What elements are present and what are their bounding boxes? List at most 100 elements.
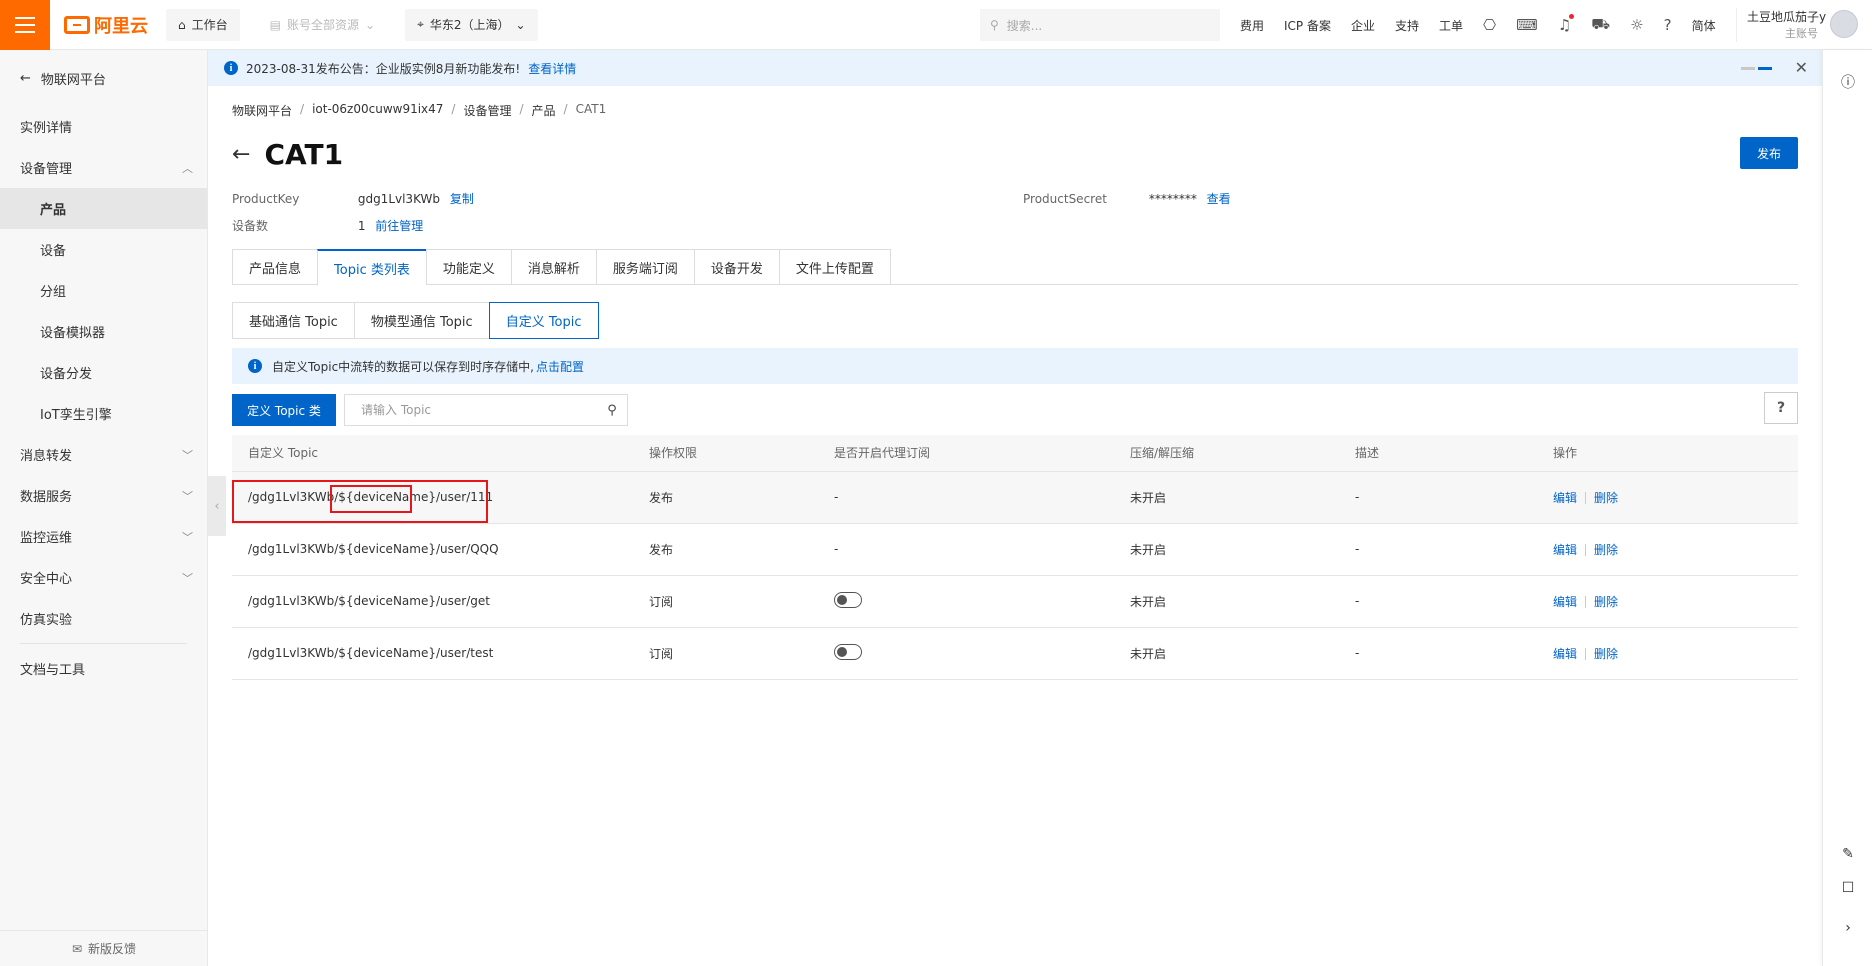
announcement-link[interactable]: 查看详情 — [528, 60, 576, 77]
help-icon[interactable]: ? — [1664, 16, 1672, 34]
announcement-pager[interactable] — [1741, 67, 1772, 70]
breadcrumb-item[interactable]: 物联网平台 — [232, 102, 292, 119]
tab-topic-list[interactable]: Topic 类列表 — [317, 249, 426, 286]
sidebar-item-device-management[interactable]: 设备管理 ︿ — [0, 147, 207, 188]
table-header-row: 自定义 Topic 操作权限 是否开启代理订阅 压缩/解压缩 描述 操作 — [232, 435, 1798, 472]
bell-icon[interactable]: ♫ — [1558, 14, 1575, 34]
compress-cell: 未开启 — [1114, 627, 1339, 680]
topic-search-input[interactable] — [345, 395, 597, 425]
info-tip: i 自定义Topic中流转的数据可以保存到时序存储中, 点击配置 — [232, 348, 1798, 384]
edit-link[interactable]: 编辑 — [1553, 543, 1577, 557]
sidebar-item-label: 设备管理 — [20, 162, 73, 177]
tab-file-upload[interactable]: 文件上传配置 — [778, 249, 891, 285]
sidebar-item-product[interactable]: 产品 — [0, 188, 207, 229]
aliyun-logo[interactable]: 阿里云 — [64, 12, 148, 38]
chevron-right-icon[interactable]: › — [1838, 918, 1858, 938]
subtab-basic-topic[interactable]: 基础通信 Topic — [232, 302, 354, 339]
sidebar-item-label: 设备分发 — [40, 367, 93, 382]
copy-link[interactable]: 复制 — [450, 192, 474, 206]
home-icon: ⌂ — [178, 17, 186, 32]
right-rail: ⓘ ✎ ☐ › — [1822, 50, 1872, 966]
feedback-button[interactable]: ✉ 新版反馈 — [0, 930, 208, 966]
define-topic-button[interactable]: 定义 Topic 类 — [232, 394, 336, 426]
sidebar-item-group[interactable]: 分组 — [0, 270, 207, 311]
search-icon[interactable]: ⚲ — [597, 403, 627, 418]
tab-function-definition[interactable]: 功能定义 — [425, 249, 511, 285]
user-menu[interactable]: 土豆地瓜茄子y 主账号 — [1736, 8, 1858, 42]
cart-icon[interactable]: ⛟ — [1591, 15, 1610, 35]
avatar[interactable] — [1830, 10, 1858, 38]
tab-device-development[interactable]: 设备开发 — [693, 249, 779, 285]
proxy-cell: - — [818, 471, 1114, 524]
subtab-custom-topic[interactable]: 自定义 Topic — [488, 302, 599, 339]
sidebar-item-label: 文档与工具 — [20, 663, 86, 678]
tab-server-subscription[interactable]: 服务端订阅 — [595, 249, 694, 285]
region-selector[interactable]: ⌖ 华东2（上海） ⌄ — [405, 8, 538, 41]
resource-selector[interactable]: ▤ 账号全部资源 ⌄ — [258, 9, 387, 41]
pager-dot-current[interactable] — [1758, 67, 1772, 70]
sidebar-item-simulator[interactable]: 设备模拟器 — [0, 311, 207, 352]
sidebar-item-distribution[interactable]: 设备分发 — [0, 352, 207, 393]
close-icon[interactable]: ✕ — [1795, 58, 1808, 77]
tab-message-parse[interactable]: 消息解析 — [510, 249, 596, 285]
proxy-subscription-toggle[interactable] — [834, 591, 862, 608]
breadcrumb-item[interactable]: iot-06z00cuww91ix47 — [312, 102, 443, 119]
sidebar-item-device[interactable]: 设备 — [0, 229, 207, 270]
tab-product-info[interactable]: 产品信息 — [232, 249, 318, 285]
top-navbar: 阿里云 ⌂ 工作台 ▤ 账号全部资源 ⌄ ⌖ 华东2（上海） ⌄ ⚲ 搜索...… — [0, 0, 1872, 50]
terminal-icon[interactable]: ⌨ — [1516, 16, 1538, 34]
view-secret-link[interactable]: 查看 — [1207, 192, 1231, 206]
sidebar-item-message-forward[interactable]: 消息转发 ﹀ — [0, 434, 207, 475]
sidebar-item-monitoring[interactable]: 监控运维 ﹀ — [0, 516, 207, 557]
proxy-subscription-toggle[interactable] — [834, 643, 862, 660]
tip-config-link[interactable]: 点击配置 — [536, 358, 584, 375]
sidebar-collapse-handle[interactable]: ‹ — [208, 476, 226, 536]
action-cell: 编辑 删除 — [1537, 471, 1798, 524]
sidebar-back-link[interactable]: ← 物联网平台 — [0, 50, 207, 106]
lightbulb-icon[interactable]: ☼ — [1630, 16, 1643, 34]
top-link-ticket[interactable]: 工单 — [1439, 17, 1463, 34]
global-search[interactable]: ⚲ 搜索... — [980, 9, 1220, 41]
breadcrumb-item[interactable]: 设备管理 — [463, 102, 511, 119]
sidebar-item-label: 产品 — [40, 203, 67, 218]
edit-link[interactable]: 编辑 — [1553, 491, 1577, 505]
delete-link[interactable]: 删除 — [1594, 491, 1618, 505]
chevron-up-icon: ︿ — [182, 161, 193, 175]
sidebar-item-twin-engine[interactable]: IoT孪生引擎 — [0, 393, 207, 434]
top-link-support[interactable]: 支持 — [1395, 17, 1419, 34]
cloud-shell-icon[interactable]: ⎔ — [1483, 16, 1496, 34]
manage-link[interactable]: 前往管理 — [375, 219, 423, 233]
sidebar-item-data-service[interactable]: 数据服务 ﹀ — [0, 475, 207, 516]
top-link-icp[interactable]: ICP 备案 — [1284, 17, 1331, 34]
top-link-enterprise[interactable]: 企业 — [1351, 17, 1375, 34]
language-switch[interactable]: 简体 — [1692, 17, 1716, 34]
sidebar-item-docs-tools[interactable]: 文档与工具 — [0, 648, 207, 689]
sidebar-item-instance-detail[interactable]: 实例详情 — [0, 106, 207, 147]
region-label: 华东2（上海） — [429, 18, 510, 32]
delete-link[interactable]: 删除 — [1594, 595, 1618, 609]
delete-link[interactable]: 删除 — [1594, 543, 1618, 557]
sidebar-item-simulation[interactable]: 仿真实验 — [0, 598, 207, 639]
sidebar-item-security[interactable]: 安全中心 ﹀ — [0, 557, 207, 598]
topic-cell: /gdg1Lvl3KWb/${deviceName}/user/get — [232, 575, 633, 628]
workbench-button[interactable]: ⌂ 工作台 — [166, 8, 240, 41]
top-link-fees[interactable]: 费用 — [1240, 17, 1264, 34]
back-arrow-icon[interactable]: ← — [232, 142, 250, 167]
help-button[interactable]: ? — [1764, 392, 1798, 424]
highlight-box-devicename — [330, 485, 412, 513]
edit-link[interactable]: 编辑 — [1553, 595, 1577, 609]
subtab-tsl-topic[interactable]: 物模型通信 Topic — [353, 302, 489, 339]
edit-link[interactable]: 编辑 — [1553, 647, 1577, 661]
location-icon: ⌖ — [417, 17, 424, 31]
chat-icon[interactable]: ☐ — [1838, 878, 1858, 898]
pager-dot[interactable] — [1741, 67, 1755, 70]
help-circle-icon[interactable]: ⓘ — [1838, 72, 1858, 92]
menu-icon[interactable] — [0, 0, 50, 50]
publish-button[interactable]: 发布 — [1740, 137, 1798, 169]
info-icon: i — [248, 359, 262, 373]
description-cell: - — [1339, 575, 1537, 628]
device-count-label: 设备数 — [232, 219, 269, 233]
breadcrumb-item[interactable]: 产品 — [532, 102, 556, 119]
edit-icon[interactable]: ✎ — [1838, 844, 1858, 864]
delete-link[interactable]: 删除 — [1594, 647, 1618, 661]
